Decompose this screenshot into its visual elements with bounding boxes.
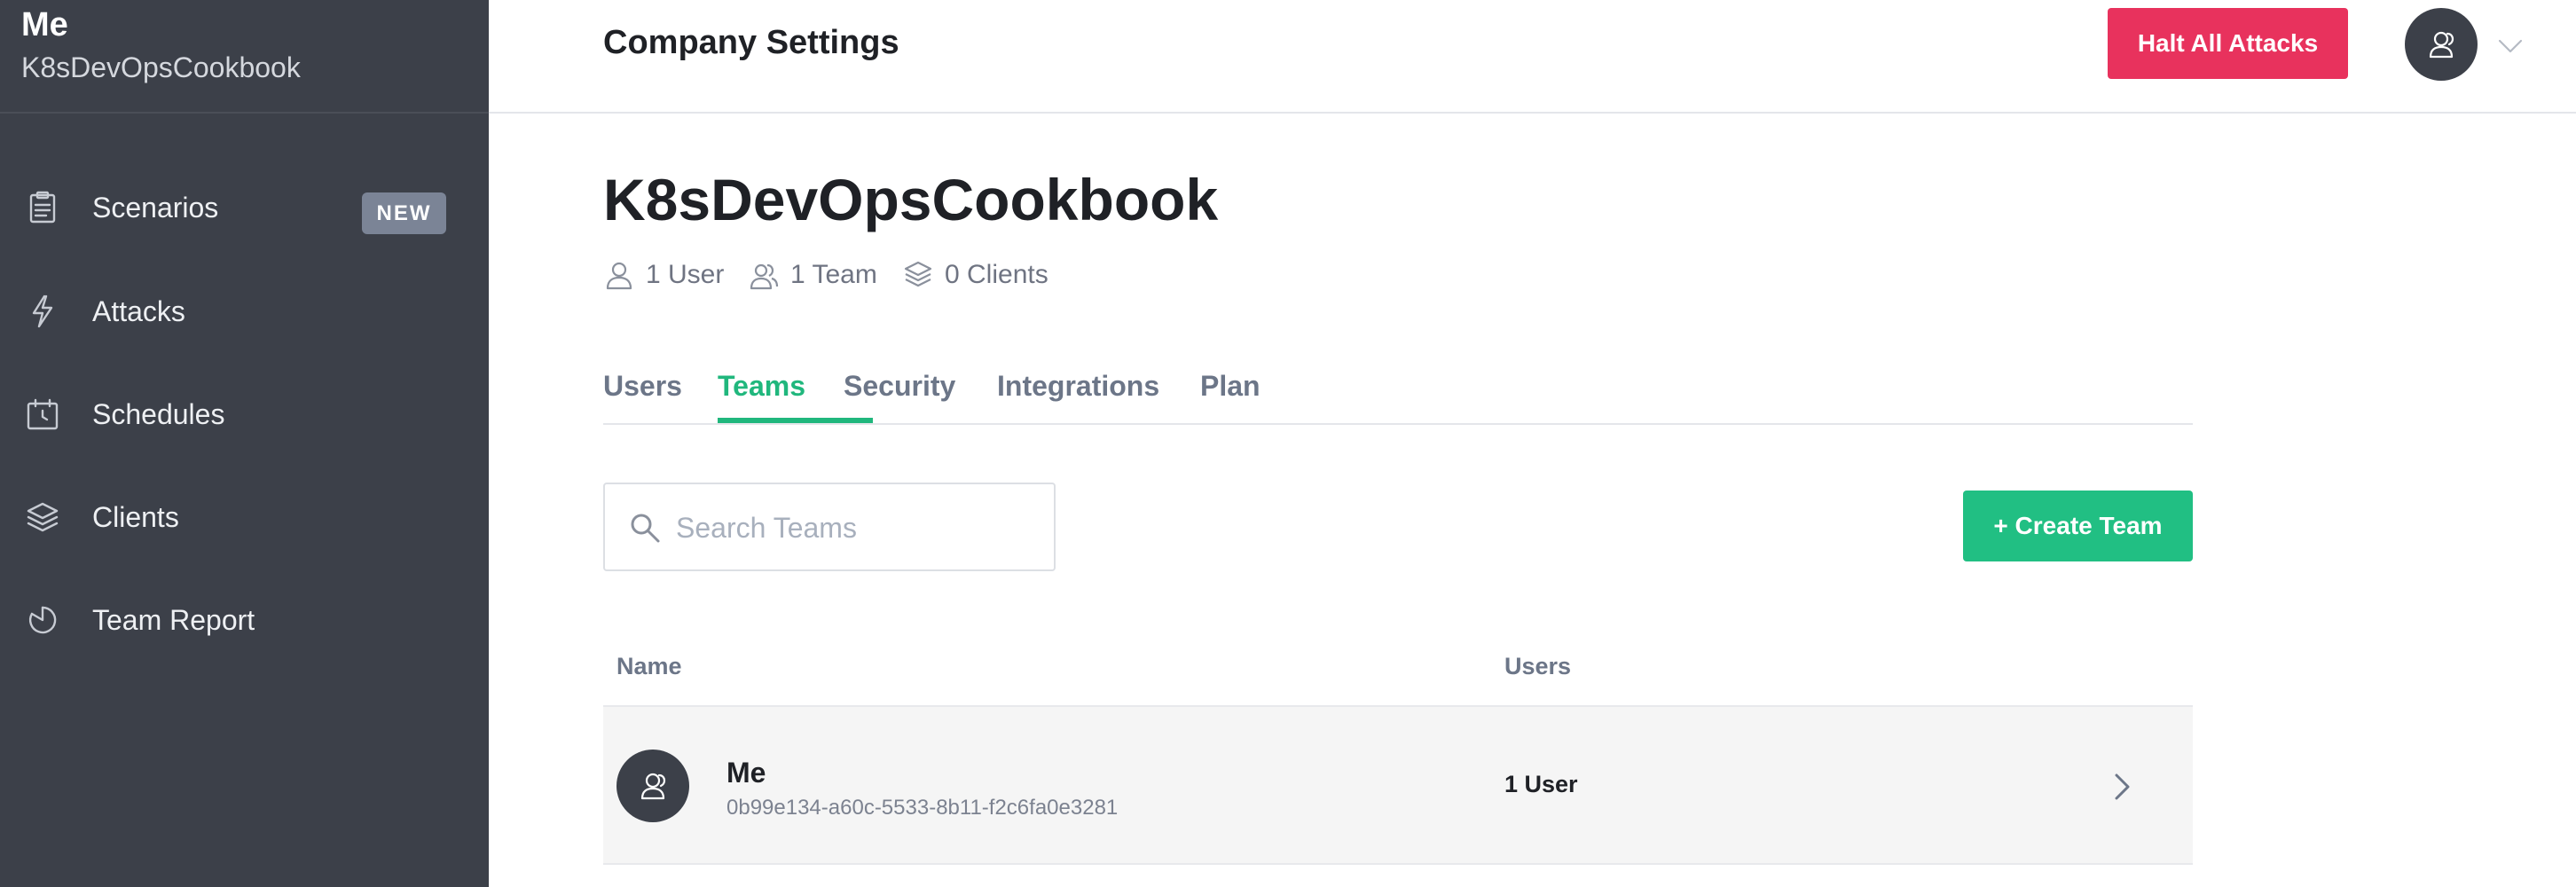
tab-users[interactable]: Users xyxy=(603,368,682,404)
column-header-name: Name xyxy=(617,653,682,679)
halt-all-attacks-button[interactable]: Halt All Attacks xyxy=(2108,8,2348,79)
top-header: Company Settings Halt All Attacks xyxy=(489,0,2576,114)
team-avatar xyxy=(617,750,689,822)
teams-count-stat: 1 Team xyxy=(748,255,877,294)
brand-company-name: K8sDevOpsCookbook xyxy=(21,51,301,83)
tab-plan[interactable]: Plan xyxy=(1200,368,1261,404)
user-avatar[interactable] xyxy=(2405,8,2478,81)
sidebar: Me K8sDevOpsCookbook Scenarios NEW Attac… xyxy=(0,0,489,887)
team-name: Me xyxy=(726,757,766,789)
team-icon xyxy=(750,263,779,290)
calendar-clock-icon xyxy=(25,396,60,432)
brand-title: Me xyxy=(21,6,68,43)
search-icon xyxy=(631,514,660,543)
team-id: 0b99e134-a60c-5533-8b11-f2c6fa0e3281 xyxy=(726,796,1119,820)
clients-count-stat: 0 Clients xyxy=(902,255,1048,294)
chevron-down-icon[interactable] xyxy=(2495,30,2525,60)
sidebar-item-label: Scenarios xyxy=(92,192,219,224)
teams-count: 1 Team xyxy=(790,260,877,289)
sidebar-item-attacks[interactable]: Attacks xyxy=(0,276,489,347)
sidebar-item-clients[interactable]: Clients xyxy=(0,482,489,553)
sidebar-item-scenarios[interactable]: Scenarios NEW xyxy=(0,172,489,243)
chevron-right-icon[interactable] xyxy=(2106,771,2138,803)
users-count: 1 User xyxy=(646,260,725,289)
column-header-users: Users xyxy=(1504,653,1572,679)
search-box[interactable] xyxy=(603,483,1056,571)
sidebar-item-schedules[interactable]: Schedules xyxy=(0,379,489,450)
lightning-icon xyxy=(25,294,60,329)
sidebar-item-label: Schedules xyxy=(92,398,225,430)
clipboard-icon xyxy=(25,190,60,225)
sidebar-item-label: Clients xyxy=(92,501,179,533)
layers-icon xyxy=(904,261,932,287)
create-team-button[interactable]: + Create Team xyxy=(1963,491,2193,561)
user-icon xyxy=(606,262,632,290)
settings-tabs: Users Teams Security Integrations Plan xyxy=(603,359,2193,425)
clients-count: 0 Clients xyxy=(945,260,1048,289)
active-tab-indicator xyxy=(718,418,873,423)
users-icon xyxy=(640,773,666,800)
page-title: Company Settings xyxy=(603,24,899,61)
pie-chart-icon xyxy=(25,602,60,638)
new-badge: NEW xyxy=(362,192,446,234)
users-icon xyxy=(2429,31,2454,59)
table-row[interactable]: Me 0b99e134-a60c-5533-8b11-f2c6fa0e3281 … xyxy=(603,705,2193,865)
layers-icon xyxy=(25,499,60,535)
sidebar-item-label: Attacks xyxy=(92,295,185,327)
tab-integrations[interactable]: Integrations xyxy=(997,368,1159,404)
sidebar-item-label: Team Report xyxy=(92,604,255,636)
search-teams-input[interactable] xyxy=(676,502,1040,553)
team-user-count: 1 User xyxy=(1504,771,1578,797)
company-name: K8sDevOpsCookbook xyxy=(603,167,1219,232)
tab-security[interactable]: Security xyxy=(844,368,955,404)
users-count-stat: 1 User xyxy=(603,255,724,294)
tab-teams[interactable]: Teams xyxy=(718,368,805,404)
sidebar-item-team-report[interactable]: Team Report xyxy=(0,585,489,655)
sidebar-brand[interactable]: Me K8sDevOpsCookbook xyxy=(0,0,489,114)
